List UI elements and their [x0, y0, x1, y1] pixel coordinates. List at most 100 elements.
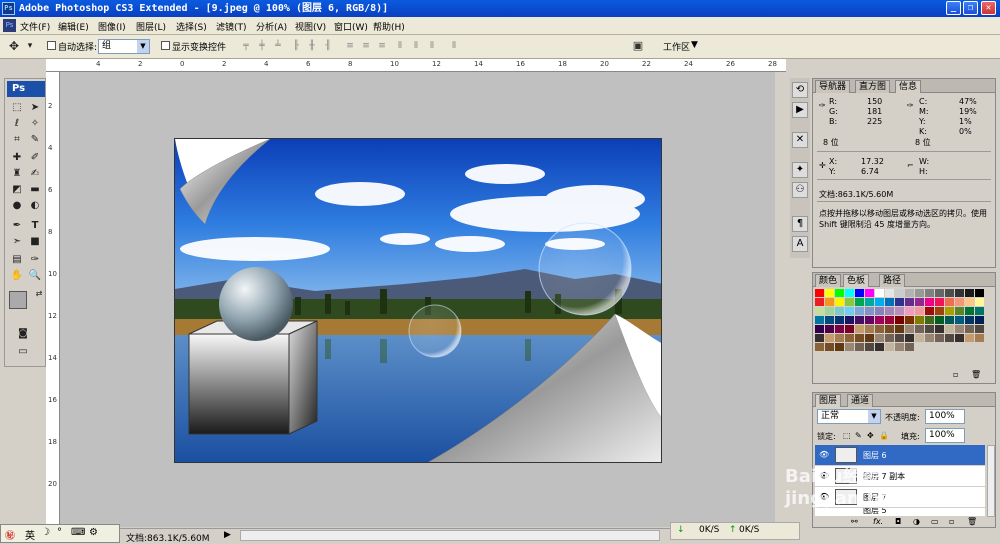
tab-color[interactable]: 颜色	[815, 274, 842, 287]
color-swatch[interactable]	[925, 298, 934, 306]
color-swatch[interactable]	[835, 307, 844, 315]
color-swatch[interactable]	[965, 334, 974, 342]
tab-paths[interactable]: 路径	[879, 274, 906, 287]
color-swatch[interactable]	[885, 298, 894, 306]
quick-mask-icon[interactable]: ◙	[15, 327, 31, 341]
distribute-bottom-icon[interactable]: ≡	[376, 40, 388, 52]
paragraph-panel-icon[interactable]: ¶	[792, 216, 808, 232]
color-swatch[interactable]	[855, 307, 864, 315]
color-swatch[interactable]	[845, 307, 854, 315]
color-swatch[interactable]	[865, 334, 874, 342]
new-layer-icon[interactable]: ▫	[949, 517, 954, 526]
color-swatch[interactable]	[865, 343, 874, 351]
color-swatch[interactable]	[965, 325, 974, 333]
chevron-down-icon[interactable]: ▾	[24, 40, 36, 52]
move-tool-icon[interactable]: ➤	[27, 101, 43, 115]
document-image[interactable]	[174, 138, 662, 463]
color-swatch[interactable]	[935, 316, 944, 324]
menu-select[interactable]: 选择(S)	[176, 20, 207, 33]
color-swatch[interactable]	[935, 334, 944, 342]
color-swatch[interactable]	[865, 298, 874, 306]
color-swatch[interactable]	[925, 325, 934, 333]
color-swatch[interactable]	[905, 325, 914, 333]
color-swatch[interactable]	[845, 289, 854, 297]
menu-help[interactable]: 帮助(H)	[373, 20, 405, 33]
lasso-tool-icon[interactable]: ℓ	[9, 117, 25, 131]
color-swatch[interactable]	[965, 307, 974, 315]
distribute-vcenter-icon[interactable]: ≡	[360, 40, 372, 52]
dodge-tool-icon[interactable]: ◐	[27, 199, 43, 213]
actions-panel-icon[interactable]: ▶	[792, 102, 808, 118]
color-swatch[interactable]	[975, 325, 984, 333]
move-tool-preset-icon[interactable]: ✥	[8, 40, 20, 52]
color-swatch[interactable]	[835, 343, 844, 351]
color-swatch[interactable]	[885, 334, 894, 342]
auto-align-icon[interactable]: ⫴	[448, 40, 460, 52]
gradient-tool-icon[interactable]: ▬	[27, 183, 43, 197]
color-swatch[interactable]	[915, 334, 924, 342]
show-transform-checkbox[interactable]	[161, 41, 170, 50]
color-swatch[interactable]	[855, 343, 864, 351]
color-swatch[interactable]	[915, 325, 924, 333]
menu-window[interactable]: 窗口(W)	[334, 20, 368, 33]
color-swatch[interactable]	[895, 289, 904, 297]
workspace-button[interactable]: 工作区	[663, 40, 690, 53]
ime-mode-text[interactable]: 英	[25, 527, 35, 542]
color-swatch[interactable]	[935, 325, 944, 333]
color-swatch[interactable]	[895, 325, 904, 333]
distribute-hcenter-icon[interactable]: ⦀	[410, 40, 422, 52]
lock-all-icon[interactable]: 🔒	[879, 431, 889, 440]
color-swatch[interactable]	[965, 316, 974, 324]
color-swatch[interactable]	[905, 343, 914, 351]
menu-file[interactable]: 文件(F)	[20, 20, 50, 33]
screen-mode-icon[interactable]: ▭	[15, 345, 31, 359]
color-swatch[interactable]	[885, 316, 894, 324]
color-swatch[interactable]	[895, 334, 904, 342]
color-swatch[interactable]	[865, 307, 874, 315]
color-swatch[interactable]	[825, 307, 834, 315]
color-swatch[interactable]	[865, 325, 874, 333]
color-swatch[interactable]	[875, 316, 884, 324]
menu-edit[interactable]: 编辑(E)	[58, 20, 89, 33]
color-swatch[interactable]	[825, 316, 834, 324]
distribute-top-icon[interactable]: ≡	[344, 40, 356, 52]
swap-colors-icon[interactable]: ⇄	[31, 287, 47, 301]
color-swatch[interactable]	[895, 307, 904, 315]
horizontal-scrollbar[interactable]	[240, 530, 660, 541]
color-swatch[interactable]	[885, 343, 894, 351]
distribute-left-icon[interactable]: ⦀	[394, 40, 406, 52]
align-bottom-icon[interactable]: ╧	[272, 40, 284, 52]
blur-tool-icon[interactable]: ●	[9, 199, 25, 213]
distribute-right-icon[interactable]: ⦀	[426, 40, 438, 52]
ime-punct-icon[interactable]: °	[57, 527, 62, 538]
clone-source-icon[interactable]: ⚇	[792, 182, 808, 198]
color-swatch[interactable]	[925, 289, 934, 297]
bridge-icon[interactable]: ▣	[632, 40, 644, 52]
foreground-color-swatch[interactable]	[9, 291, 27, 309]
fill-input[interactable]: 100%	[925, 428, 965, 443]
trash-icon[interactable]: 🗑	[967, 517, 977, 526]
color-swatch[interactable]	[855, 298, 864, 306]
marquee-tool-icon[interactable]: ⬚	[9, 101, 25, 115]
menu-analysis[interactable]: 分析(A)	[256, 20, 287, 33]
stamp-tool-icon[interactable]: ♜	[9, 167, 25, 181]
color-swatch[interactable]	[835, 298, 844, 306]
layer-style-icon[interactable]: fx.	[873, 517, 883, 526]
color-swatch[interactable]	[835, 334, 844, 342]
zoom-tool-icon[interactable]: 🔍	[27, 269, 43, 283]
color-swatch[interactable]	[855, 334, 864, 342]
crop-tool-icon[interactable]: ⌗	[9, 133, 25, 147]
color-swatch[interactable]	[815, 334, 824, 342]
slice-tool-icon[interactable]: ✎	[27, 133, 43, 147]
color-swatch[interactable]	[845, 334, 854, 342]
color-swatch[interactable]	[905, 298, 914, 306]
history-panel-icon[interactable]: ⟲	[792, 82, 808, 98]
type-tool-icon[interactable]: T	[27, 219, 43, 233]
adjustment-layer-icon[interactable]: ◑	[913, 517, 920, 526]
color-swatch[interactable]	[905, 289, 914, 297]
trash-icon[interactable]: 🗑	[971, 370, 981, 379]
history-brush-icon[interactable]: ✍	[27, 167, 43, 181]
color-swatch[interactable]	[955, 316, 964, 324]
ps-menu-icon[interactable]: Ps	[3, 19, 16, 32]
close-button[interactable]: ✕	[981, 1, 996, 15]
